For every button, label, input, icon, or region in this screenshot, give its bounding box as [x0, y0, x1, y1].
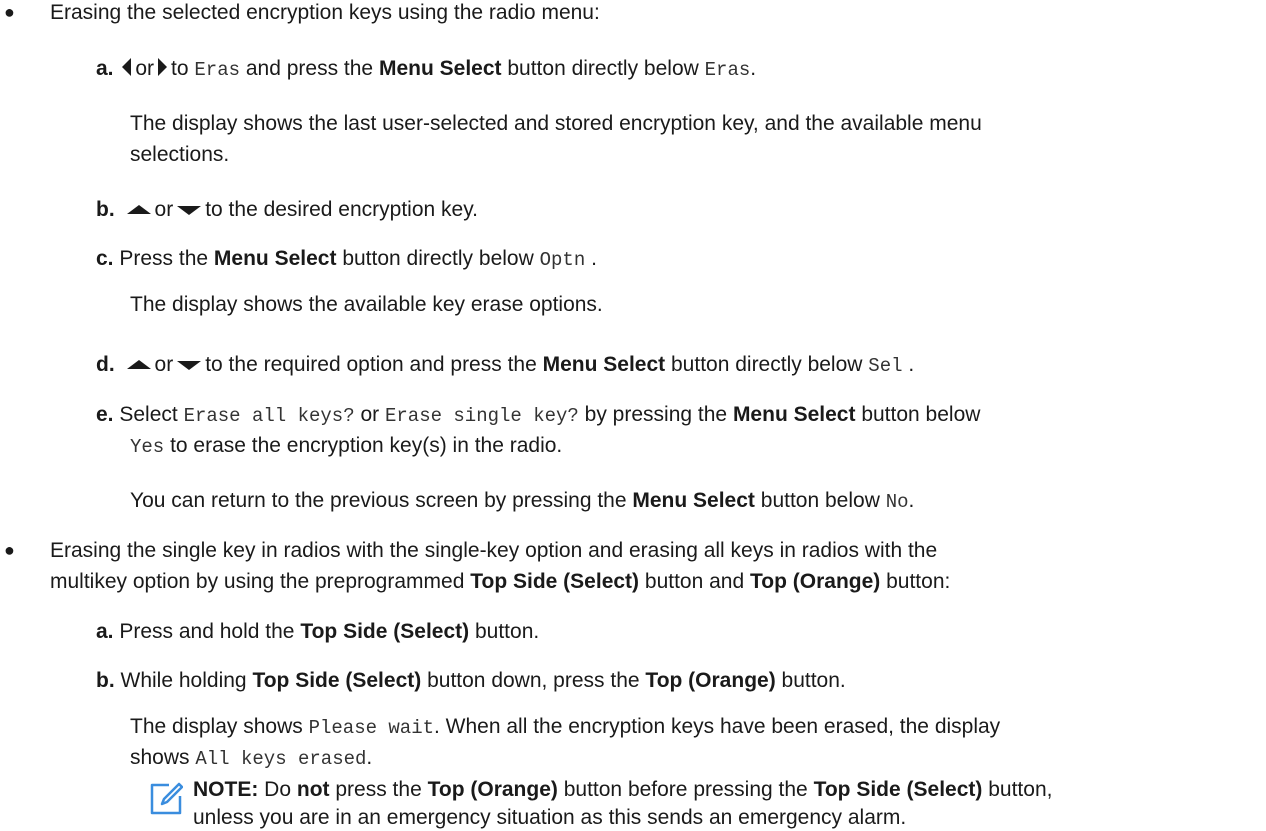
step-d-line: d. or to the required option and press th…: [96, 353, 915, 377]
s2-step-a-line: a. Press and hold the Top Side (Select) …: [96, 620, 540, 643]
step-marker: b.: [96, 198, 115, 221]
bold-term: Top Side (Select): [813, 778, 983, 801]
step-e-return: You can return to the previous screen by…: [130, 489, 915, 513]
step-e-line-2: Yes to erase the encryption key(s) in th…: [130, 434, 563, 458]
bold-term: Menu Select: [732, 403, 856, 426]
step-marker: b.: [96, 669, 115, 692]
bold-term: Top (Orange): [427, 778, 558, 801]
note-label: NOTE:: [193, 778, 259, 801]
code-text: Yes: [130, 436, 165, 458]
code-text: Please wait: [308, 717, 435, 739]
step-marker: c.: [96, 247, 114, 270]
code-text: Optn: [539, 249, 586, 271]
bold-term: Top (Orange): [750, 570, 881, 593]
bold-term: Top Side (Select): [470, 570, 640, 593]
s2-step-b-result-1: The display shows Please wait. When all …: [130, 715, 1001, 739]
note-pencil-icon: [150, 782, 183, 815]
step-marker: a.: [96, 620, 114, 643]
code-text: Eras: [704, 59, 751, 81]
bold-term: Top Side (Select): [300, 620, 470, 643]
bold-term: Menu Select: [213, 247, 337, 270]
step-a-result-2: selections.: [130, 143, 230, 166]
note-line-2: unless you are in an emergency situation…: [193, 806, 907, 829]
section2-intro-1: Erasing the single key in radios with th…: [50, 539, 938, 562]
bold-term: Menu Select: [542, 353, 666, 376]
s2-step-b-line: b. While holding Top Side (Select) butto…: [96, 669, 846, 692]
bold-term: Top (Orange): [645, 669, 776, 692]
note-line-1: NOTE: Do not press the Top (Orange) butt…: [193, 778, 1053, 801]
step-c-line: c. Press the Menu Select button directly…: [96, 247, 597, 271]
document-page: ● Erasing the selected encryption keys u…: [0, 0, 1266, 831]
code-text: Erase all keys?: [183, 405, 355, 427]
section1-intro: Erasing the selected encryption keys usi…: [50, 1, 600, 24]
bold-term: not: [296, 778, 330, 801]
step-c-result: The display shows the available key eras…: [130, 293, 603, 316]
step-b-line: b. or to the desired encryption key.: [96, 198, 478, 221]
bold-term: Menu Select: [378, 57, 502, 80]
bold-term: Top Side (Select): [252, 669, 422, 692]
code-text: All keys erased: [195, 748, 367, 770]
step-marker: d.: [96, 353, 115, 376]
bold-term: Menu Select: [632, 489, 755, 512]
bullet-marker: ●: [4, 2, 15, 22]
step-a-result-1: The display shows the last user-selected…: [130, 112, 982, 135]
right-arrow-icon: [158, 58, 168, 76]
down-arrow-icon: [177, 361, 202, 370]
step-marker: e.: [96, 403, 114, 426]
code-text: No: [885, 491, 909, 513]
code-text: Eras: [194, 59, 241, 81]
code-text: Sel: [868, 355, 903, 377]
up-arrow-icon: [126, 205, 151, 214]
bullet-marker: ●: [4, 540, 15, 560]
left-arrow-icon: [122, 58, 132, 76]
down-arrow-icon: [177, 206, 202, 215]
code-text: Erase single key?: [384, 405, 579, 427]
step-a-line: a. or to Eras and press the Menu Select b…: [96, 57, 757, 81]
step-e-line-1: e. Select Erase all keys? or Erase singl…: [96, 403, 981, 427]
step-marker: a.: [96, 57, 114, 80]
up-arrow-icon: [126, 360, 151, 369]
section2-intro-2: multikey option by using the preprogramm…: [50, 570, 951, 593]
s2-step-b-result-2: shows All keys erased.: [130, 746, 373, 770]
